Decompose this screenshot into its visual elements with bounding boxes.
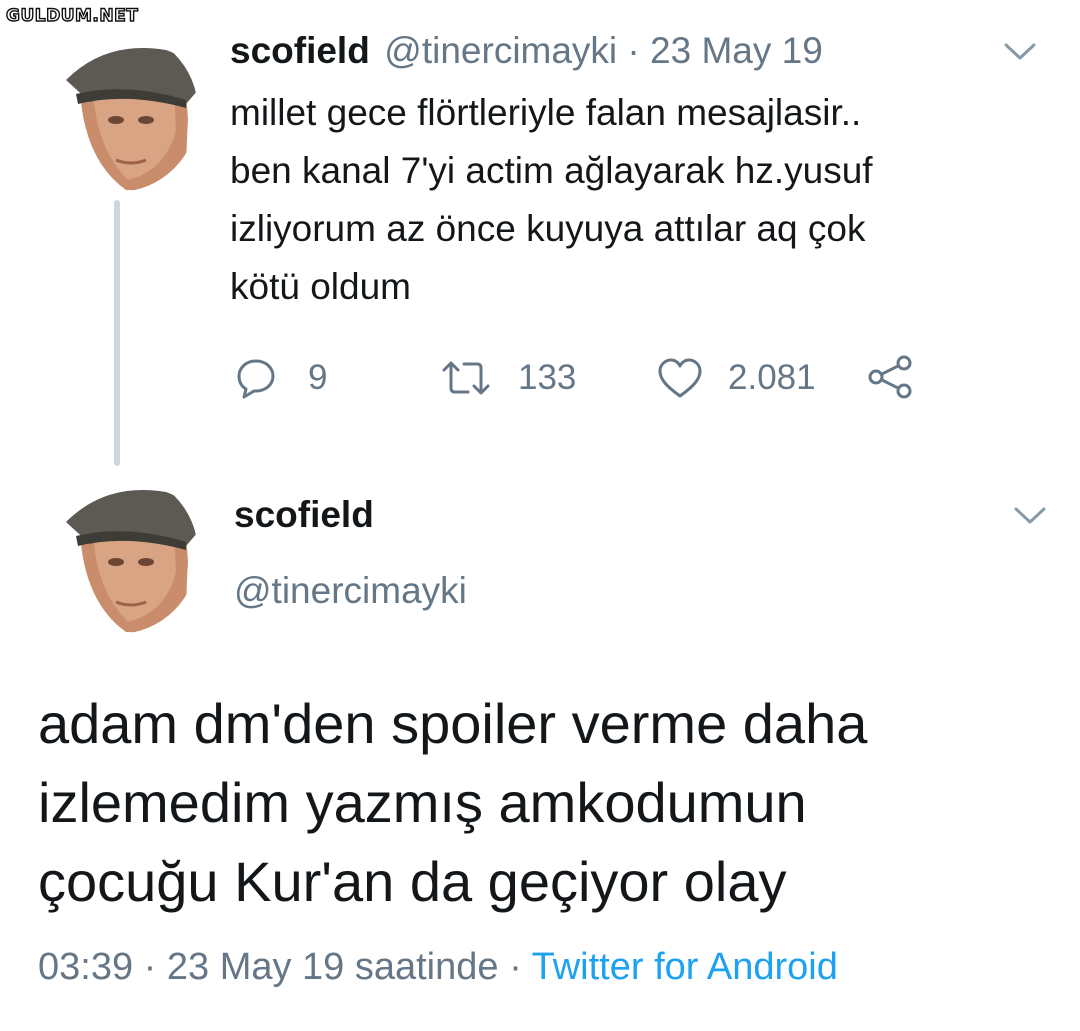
retweet-count: 133 (518, 358, 577, 397)
tweet-line: izliyorum az önce kuyuya attılar aq çok (230, 208, 866, 249)
tweet-line: ben kanal 7'yi actim ağlayarak hz.yusuf (230, 150, 873, 191)
avatar[interactable] (36, 30, 198, 192)
display-name[interactable]: scofield (230, 30, 370, 71)
tweet-text: adam dm'den spoiler verme daha izlemedim… (38, 684, 1058, 921)
tweet-header: scofield @tinercimayki · 23 May 19 (230, 30, 823, 72)
chevron-down-icon[interactable] (1003, 42, 1037, 62)
source-link[interactable]: Twitter for Android (532, 946, 838, 988)
tweet-line: kötü oldum (230, 266, 411, 307)
avatar-image (36, 30, 198, 192)
reply-count: 9 (308, 358, 328, 397)
retweet-button[interactable]: 133 (440, 356, 576, 400)
handle[interactable]: @tinercimayki (234, 570, 467, 612)
meta-separator: · (509, 946, 522, 988)
tweet-line: millet gece flörtleriyle falan mesajlasi… (230, 92, 862, 133)
reply-icon (237, 359, 275, 399)
retweet-icon (442, 361, 490, 395)
reply-button[interactable]: 9 (234, 356, 327, 400)
like-count: 2.081 (728, 358, 816, 397)
thread-line (114, 200, 120, 466)
tweet-line: çocuğu Kur'an da geçiyor olay (38, 850, 787, 913)
avatar-image (36, 472, 198, 634)
watermark: GULDUM.NET (5, 5, 139, 26)
chevron-down-icon[interactable] (1013, 506, 1047, 526)
handle-and-date[interactable]: @tinercimayki · 23 May 19 (384, 30, 823, 71)
avatar[interactable] (36, 472, 198, 634)
like-icon (658, 358, 702, 398)
tweet-line: izlemedim yazmış amkodumun (38, 771, 807, 834)
share-icon[interactable] (866, 354, 914, 400)
tweet-meta: 03:39 · 23 May 19 saatinde · Twitter for… (38, 946, 838, 989)
tweet-text: millet gece flörtleriyle falan mesajlasi… (230, 84, 1030, 316)
timestamp[interactable]: 03:39 · 23 May 19 saatinde (38, 946, 499, 988)
like-button[interactable]: 2.081 (656, 356, 816, 400)
display-name[interactable]: scofield (234, 494, 374, 536)
tweet-line: adam dm'den spoiler verme daha (38, 692, 868, 755)
